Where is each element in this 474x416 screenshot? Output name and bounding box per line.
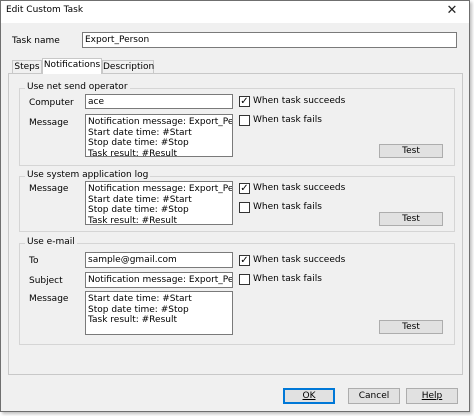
message-line: Stop date time: #Stop <box>88 205 189 215</box>
to-label: To <box>29 256 39 266</box>
computer-label: Computer <box>29 98 74 108</box>
computer-input[interactable]: ace <box>85 94 233 109</box>
email-fails-checkbox[interactable] <box>239 274 250 285</box>
net-send-fails-label: When task fails <box>253 115 322 125</box>
email-fails-label: When task fails <box>253 274 322 284</box>
app-log-succeeds-checkbox[interactable]: ✓ <box>239 183 250 194</box>
net-send-test-button[interactable]: Test <box>379 144 443 158</box>
email-message-label: Message <box>29 294 69 304</box>
app-log-succeeds-label: When task succeeds <box>253 183 346 193</box>
close-icon[interactable]: ✕ <box>442 3 462 19</box>
message-line: Stop date time: #Stop <box>88 304 189 315</box>
email-succeeds-checkbox[interactable]: ✓ <box>239 255 250 266</box>
message-line: Start date time: #Start <box>88 294 192 304</box>
message-line: Task result: #Result <box>88 315 177 325</box>
net-send-fails-checkbox[interactable] <box>239 115 250 126</box>
app-log-group-title: Use system application log <box>25 170 151 181</box>
message-line: Notification message: Export_Person <box>88 117 233 127</box>
email-group-title: Use e-mail <box>25 237 77 248</box>
window-title: Edit Custom Task <box>6 5 84 15</box>
to-input[interactable]: sample@gmail.com <box>85 252 233 268</box>
app-log-fails-label: When task fails <box>253 202 322 212</box>
email-message-textarea[interactable]: Start date time: #Start Stop date time: … <box>85 291 233 335</box>
app-log-message-textarea[interactable]: Notification message: Export_Person Star… <box>85 181 233 225</box>
help-button[interactable]: Help <box>406 388 458 404</box>
cancel-button[interactable]: Cancel <box>348 388 400 404</box>
message-line: Stop date time: #Stop <box>88 138 189 148</box>
tab-steps[interactable]: Steps <box>12 60 42 73</box>
ok-button[interactable]: OK <box>283 388 335 404</box>
task-name-label: Task name <box>12 36 60 46</box>
email-test-button[interactable]: Test <box>379 320 443 334</box>
net-send-succeeds-checkbox[interactable]: ✓ <box>239 96 250 107</box>
message-line: Start date time: #Start <box>88 194 192 205</box>
app-log-test-button[interactable]: Test <box>379 212 443 226</box>
message-line: Task result: #Result <box>88 215 177 225</box>
app-log-message-label: Message <box>29 184 69 194</box>
task-name-input[interactable]: Export_Person <box>82 32 457 48</box>
message-line: Task result: #Result <box>88 148 177 157</box>
subject-label: Subject <box>29 276 63 286</box>
net-send-succeeds-label: When task succeeds <box>253 96 346 106</box>
subject-input[interactable]: Notification message: Export_Person <box>85 272 233 288</box>
tab-notifications[interactable]: Notifications <box>42 58 102 74</box>
net-send-group-title: Use net send operator <box>25 82 130 93</box>
email-succeeds-label: When task succeeds <box>253 255 346 265</box>
app-log-fails-checkbox[interactable] <box>239 202 250 213</box>
tab-description[interactable]: Description <box>102 60 154 73</box>
net-send-message-label: Message <box>29 118 69 128</box>
net-send-message-textarea[interactable]: Notification message: Export_Person Star… <box>85 114 233 157</box>
message-line: Start date time: #Start <box>88 127 192 138</box>
message-line: Notification message: Export_Person <box>88 184 233 194</box>
